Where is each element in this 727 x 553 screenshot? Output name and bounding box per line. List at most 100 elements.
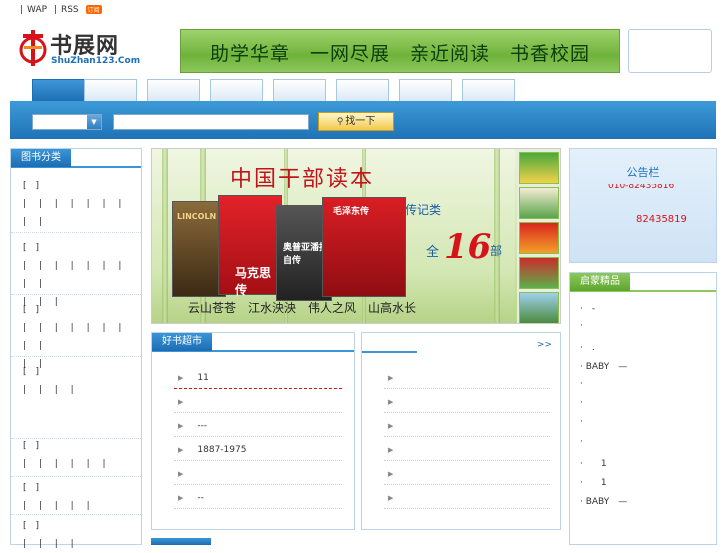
enlighten-item[interactable]: · [580,437,583,447]
triangle-bullet-icon: ▶ [178,446,184,454]
nav-tab-6[interactable] [336,79,389,101]
wap-link[interactable]: WAP [27,5,47,15]
category-group[interactable]: [ ] | | | | | | | | | | | | [11,233,141,307]
enlighten-item[interactable]: · - [580,301,595,314]
category-links[interactable]: | | | | [23,535,129,553]
triangle-bullet-icon: ▶ [388,494,394,502]
category-head[interactable]: [ ] [23,363,129,381]
nav-tab-3[interactable] [147,79,200,101]
triangle-bullet-icon: ▶ [388,422,394,430]
rss-subscribe-badge[interactable]: 订阅 [85,5,102,14]
list-item[interactable]: ▶ [178,397,197,407]
enlighten-item[interactable]: · [580,398,583,408]
banner-slogan: 助学华章 一网尽展 亲近阅读 书香校园 [209,43,590,65]
category-panel: 图书分类 [ ] | | | | | | | | | [ ] | | | | |… [10,148,142,549]
book-market-panel: 好书超市 ▶ 11 ▶ ▶ --- ▶ 1887-1975 ▶ ▶ -- [151,332,355,530]
nav-tab-7[interactable] [399,79,452,101]
search-button[interactable]: ⚲ 找一下 [318,112,394,131]
list-item[interactable]: ▶ -- [178,493,204,503]
promo-thumbnail[interactable] [519,257,559,289]
list-item[interactable]: ▶ [388,373,407,383]
search-category-select[interactable]: ▼ [32,114,102,130]
list-item[interactable]: ▶ [388,493,407,503]
list-item[interactable]: ▶ [388,469,407,479]
enlighten-item[interactable]: · . [580,340,595,353]
logo-name-en: ShuZhan123.Com [51,56,141,66]
search-bar: ▼ ⚲ 找一下 [10,101,716,139]
enlighten-item[interactable]: · [580,321,583,331]
category-links[interactable]: | | | | | | | | | [23,195,129,231]
search-input[interactable] [113,114,309,130]
header-banner: 助学华章 一网尽展 亲近阅读 书香校园 [180,29,620,73]
main-nav [10,79,716,101]
list-item[interactable]: ▶ [388,397,407,407]
nav-tab-2[interactable] [84,79,137,101]
enlighten-item[interactable]: · BABY — [580,494,627,507]
category-group[interactable]: [ ] | | | | | | | | | | | [11,295,141,369]
promo-thumbnail[interactable] [519,152,559,184]
category-head[interactable]: [ ] [23,479,129,497]
category-group[interactable]: [ ] | | | | | | | | | [11,171,141,233]
category-links[interactable]: | | | | | | | | | [23,257,129,293]
promo-all-label: 全 [426,245,440,260]
triangle-bullet-icon: ▶ [388,398,394,406]
list-item[interactable]: ▶ --- [178,421,207,431]
enlighten-item[interactable]: · 1 [580,475,607,488]
triangle-bullet-icon: ▶ [178,422,184,430]
list-item[interactable]: ▶ 11 [178,373,209,383]
notice-phone: 82435819 [636,214,687,225]
category-group[interactable]: [ ] | | | | | | [11,431,141,477]
category-group[interactable]: [ ] | | | | | [11,473,141,515]
book-cover-marx[interactable]: 马克思传 [218,195,282,297]
triangle-bullet-icon: ▶ [178,470,184,478]
promo-title: 中国干部读本 [230,167,375,192]
category-links[interactable]: | | | | [23,381,129,399]
category-links[interactable]: | | | | | | | | | [23,319,129,355]
header-side-box [628,29,712,73]
nav-tab-5[interactable] [273,79,326,101]
promo-count: 16 [444,227,492,267]
category-head[interactable]: [ ] [23,437,129,455]
logo-emblem-icon [19,30,47,66]
more-link[interactable]: >> [537,340,552,350]
enlighten-item[interactable]: · [580,379,583,389]
promo-subtitle: 传记类 [405,203,442,217]
list-item[interactable]: ▶ [388,445,407,455]
enlighten-panel-title: 启蒙精品 [570,273,630,291]
enlighten-item[interactable]: · BABY — [580,359,627,372]
triangle-bullet-icon: ▶ [388,470,394,478]
category-group[interactable]: [ ] | | | | [11,511,141,549]
triangle-bullet-icon: ▶ [178,374,184,382]
promo-thumbnail[interactable] [519,292,559,323]
separator: | [53,5,57,15]
search-button-label: 找一下 [345,116,376,127]
site-logo[interactable]: 书展网 ShuZhan123.Com [18,26,158,72]
category-head[interactable]: [ ] [23,517,129,535]
promo-thumbnail[interactable] [519,222,559,254]
enlighten-item[interactable]: · 1 [580,456,607,469]
category-links[interactable]: | | | | | | [23,455,129,473]
nav-tab-4[interactable] [210,79,263,101]
triangle-bullet-icon: ▶ [178,494,184,502]
promo-slogan: 云山苍苍 江水泱泱 伟人之风 山高水长 [188,301,417,315]
nav-tab-8[interactable] [462,79,515,101]
enlighten-item[interactable]: · [580,417,583,427]
separator: | [20,5,24,15]
promo-thumbnail[interactable] [519,187,559,219]
category-head[interactable]: [ ] [23,177,129,195]
promo-banner[interactable]: 中国干部读本 传记类 全 16 部 LINCOLN 马克思传 奥普亚潘拉自传 毛… [151,148,561,324]
enlighten-panel: 启蒙精品 · - · · . · BABY — · · · · · 1 · 1 … [569,272,717,545]
triangle-bullet-icon: ▶ [388,374,394,382]
book-cover-mao[interactable]: 毛泽东传 [322,197,406,297]
category-head[interactable]: [ ] [23,301,129,319]
category-head[interactable]: [ ] [23,239,129,257]
list-item[interactable]: ▶ [388,421,407,431]
promo-main-image[interactable]: 中国干部读本 传记类 全 16 部 LINCOLN 马克思传 奥普亚潘拉自传 毛… [152,149,515,323]
chevron-down-icon[interactable]: ▼ [87,115,101,129]
list-item[interactable]: ▶ 1887-1975 [178,445,246,455]
list-item[interactable]: ▶ [178,469,197,479]
nav-tab-1[interactable] [32,79,85,101]
rss-link[interactable]: RSS [61,5,79,15]
notice-phone: 010-82435816 [608,184,675,191]
category-group[interactable]: [ ] | | | | [11,357,141,439]
